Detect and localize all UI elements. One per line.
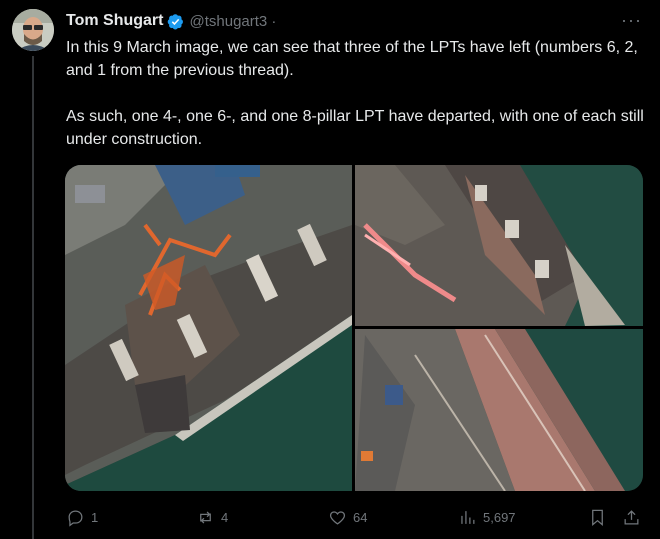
tweet-text-paragraph-2: As such, one 4-, one 6-, and one 8-pilla… xyxy=(66,108,644,148)
repost-button[interactable]: 4 xyxy=(196,506,228,528)
satellite-panel-left xyxy=(65,165,352,491)
reply-icon xyxy=(68,510,83,527)
tweet-actions: 1 4 64 5,697 xyxy=(66,506,648,528)
thread-line xyxy=(32,56,34,539)
author-handle[interactable]: @tshugart3 · xyxy=(189,13,276,30)
more-icon[interactable]: ··· xyxy=(621,10,642,31)
reply-count: 1 xyxy=(91,509,99,525)
like-icon xyxy=(329,510,346,525)
views-icon xyxy=(461,510,475,524)
tweet-header: Tom Shugart @tshugart3 · ··· xyxy=(66,10,650,32)
views-count: 5,697 xyxy=(483,509,516,525)
verified-badge-icon xyxy=(168,13,184,29)
bookmark-button[interactable] xyxy=(588,506,607,528)
like-count: 64 xyxy=(353,509,368,525)
tweet-text: In this 9 March image, we can see that t… xyxy=(66,36,646,151)
share-icon xyxy=(624,509,639,524)
satellite-image[interactable] xyxy=(65,165,643,491)
reply-button[interactable]: 1 xyxy=(66,506,98,528)
repost-count: 4 xyxy=(221,509,229,525)
satellite-panel-bottom-right xyxy=(355,329,643,491)
tweet-text-paragraph-1: In this 9 March image, we can see that t… xyxy=(66,39,638,79)
author-name[interactable]: Tom Shugart xyxy=(66,12,163,30)
views-button[interactable]: 5,697 xyxy=(458,506,516,528)
avatar[interactable] xyxy=(12,9,54,51)
bookmark-icon xyxy=(592,509,603,526)
satellite-panel-top-right xyxy=(355,165,643,326)
like-button[interactable]: 64 xyxy=(328,506,367,528)
repost-icon xyxy=(200,511,211,523)
share-button[interactable] xyxy=(622,506,641,528)
